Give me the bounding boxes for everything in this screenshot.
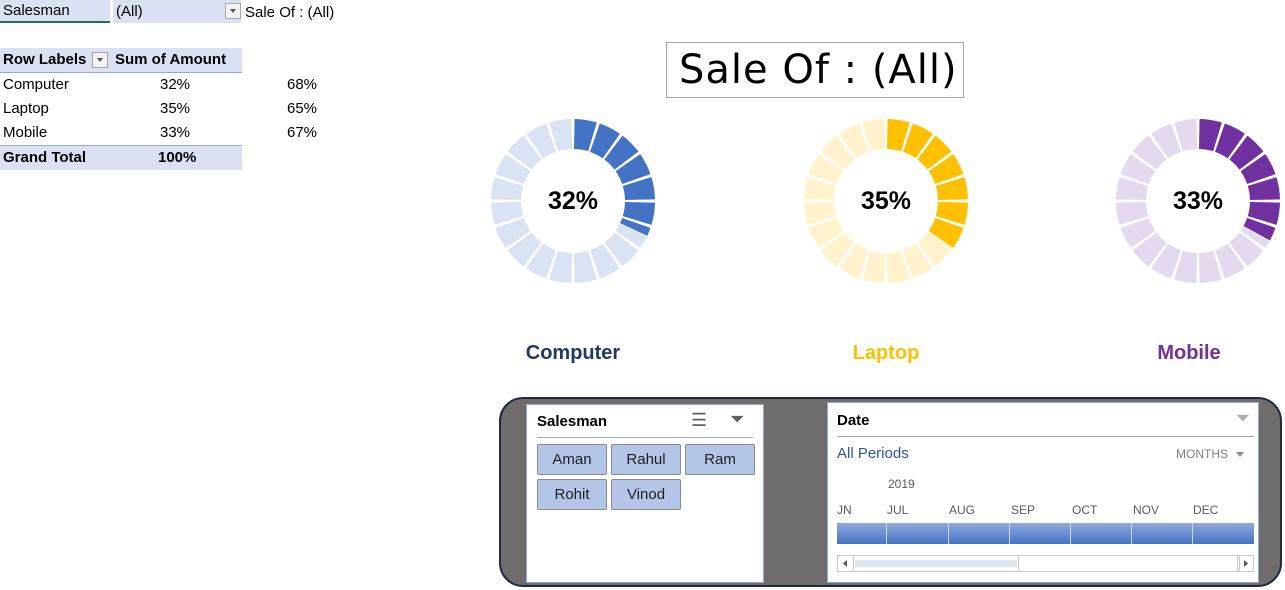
title-textbox[interactable]: Sale Of : (All) <box>666 42 964 98</box>
scroll-left-button[interactable] <box>838 556 854 571</box>
row-label: Mobile <box>3 124 48 141</box>
timeline-separator <box>1131 523 1132 544</box>
computer-donut-chart[interactable]: 32% <box>490 118 656 284</box>
month-label: NOV <box>1133 503 1160 517</box>
computer-label: Computer <box>525 342 621 364</box>
slicer-item-rahul[interactable]: Rahul <box>611 444 681 475</box>
scroll-track[interactable] <box>855 560 1017 567</box>
computer-percent: 32% <box>547 187 599 215</box>
sum-of-amount-header[interactable]: Sum of Amount <box>115 48 226 72</box>
row-label: Laptop <box>3 100 49 117</box>
row-value: 33% <box>160 124 191 141</box>
month-label: OCT <box>1072 503 1098 517</box>
mobile-label: Mobile <box>1157 342 1221 364</box>
timeline-scrollbar[interactable] <box>837 555 1254 572</box>
chevron-left-icon <box>843 560 847 567</box>
grand-total-value: 100% <box>158 149 197 166</box>
clear-filter-icon[interactable]: ⏷ <box>730 409 744 430</box>
filter-value-text: (All) <box>116 3 143 20</box>
row-labels-dropdown-icon[interactable] <box>92 52 108 68</box>
grand-total-label: Grand Total <box>3 149 87 166</box>
timeline-separator <box>1192 523 1193 544</box>
laptop-label: Laptop <box>852 342 920 364</box>
timeline-separator <box>948 523 949 544</box>
sale-of-caption: Sale Of : (All) <box>245 4 335 21</box>
time-level-dropdown[interactable]: MONTHS <box>1176 447 1244 461</box>
timeline-separator <box>886 523 887 544</box>
row-labels-header[interactable]: Row Labels <box>3 48 86 72</box>
slicer-item-rohit[interactable]: Rohit <box>537 479 607 510</box>
scroll-right-button[interactable] <box>1237 556 1253 571</box>
report-filter-value[interactable]: (All) <box>113 0 241 23</box>
laptop-percent: 35% <box>860 187 912 215</box>
multi-select-icon[interactable]: ☰ <box>691 410 707 431</box>
clear-filter-icon[interactable]: ⏷ <box>1236 408 1250 429</box>
row-value: 35% <box>160 100 191 117</box>
timeline-separator <box>1070 523 1071 544</box>
month-label: AUG <box>949 503 976 517</box>
month-label: JN <box>837 503 852 517</box>
filter-field-label: Salesman <box>3 2 70 19</box>
grand-total-row[interactable]: Grand Total 100% <box>0 145 242 170</box>
row-label: Computer <box>3 76 69 93</box>
month-label: DEC <box>1193 503 1219 517</box>
slicer-divider <box>837 436 1254 437</box>
month-label: SEP <box>1011 503 1036 517</box>
salesman-slicer[interactable]: Salesman ☰ ⏷ Aman Rahul Ram Rohit Vinod <box>526 404 764 583</box>
report-filter-field[interactable]: Salesman <box>0 0 110 23</box>
pivot-row[interactable]: Laptop 35% 65% <box>0 97 317 121</box>
date-timeline-slicer[interactable]: Date ⏷ All Periods MONTHS 2019 JN JUL AU… <box>827 402 1259 583</box>
row-remainder: 68% <box>287 76 318 93</box>
timeline-separator <box>1009 523 1010 544</box>
pivot-row[interactable]: Mobile 33% 67% <box>0 121 317 145</box>
scroll-thumb[interactable] <box>1018 556 1240 571</box>
row-remainder: 67% <box>287 124 318 141</box>
chevron-right-icon <box>1244 560 1248 567</box>
mobile-percent: 33% <box>1172 187 1224 215</box>
date-slicer-title: Date <box>837 412 870 429</box>
pivot-table: Row Labels Sum of Amount Computer 32% 68… <box>0 48 317 170</box>
filter-dropdown-icon[interactable] <box>225 3 241 19</box>
all-periods-label: All Periods <box>837 445 909 462</box>
month-label: JUL <box>887 503 909 517</box>
slicer-item-aman[interactable]: Aman <box>537 444 607 475</box>
pivot-row[interactable]: Computer 32% 68% <box>0 73 317 97</box>
row-remainder: 65% <box>287 100 318 117</box>
mobile-donut-chart[interactable]: 33% <box>1115 118 1281 284</box>
slicer-item-vinod[interactable]: Vinod <box>611 479 681 510</box>
slicer-item-ram[interactable]: Ram <box>685 444 755 475</box>
row-value: 32% <box>160 76 191 93</box>
salesman-slicer-title: Salesman <box>537 413 608 430</box>
slicer-divider <box>537 437 753 438</box>
title-text: Sale Of : (All) <box>679 47 958 93</box>
year-label: 2019 <box>888 477 915 491</box>
laptop-donut-chart[interactable]: 35% <box>803 118 969 284</box>
pivot-header-row: Row Labels Sum of Amount <box>0 48 242 73</box>
